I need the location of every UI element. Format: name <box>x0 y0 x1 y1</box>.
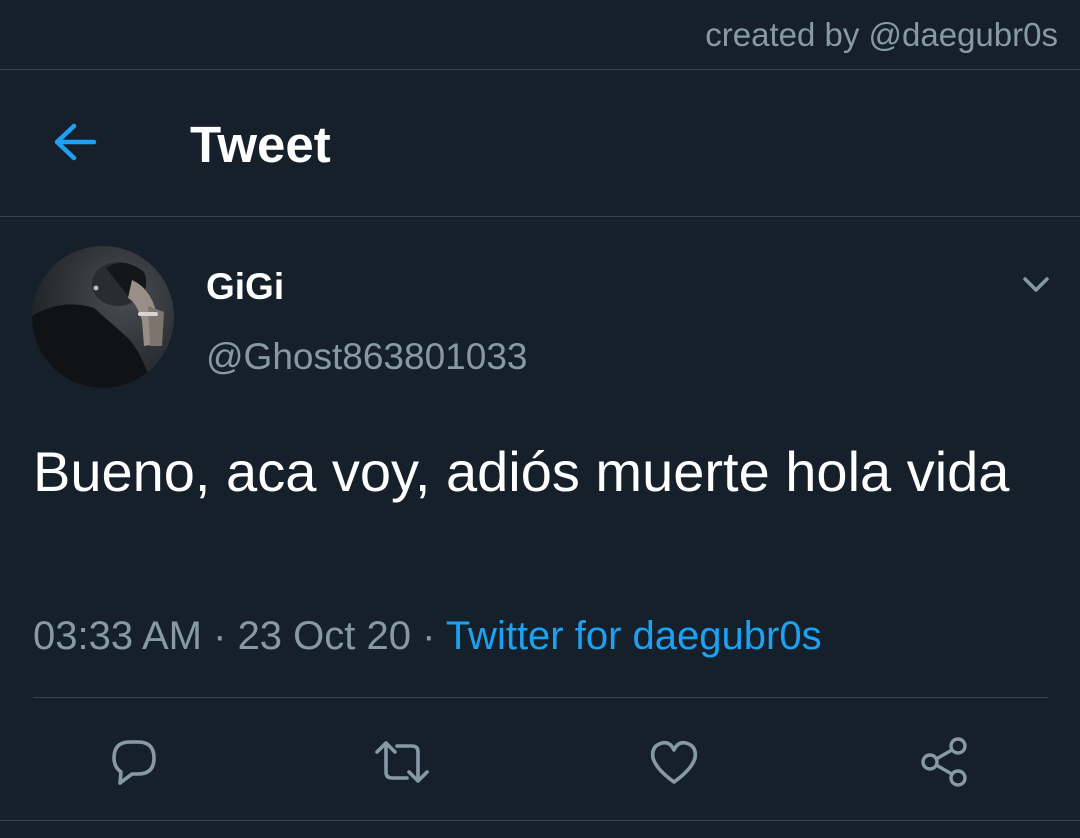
back-button[interactable] <box>48 121 100 167</box>
top-strip: created by @daegubr0s <box>0 0 1080 70</box>
tweet-text: Bueno, aca voy, adiós muerte hola vida <box>33 440 1010 503</box>
reply-button[interactable] <box>102 732 166 796</box>
tweet-detail-screen: created by @daegubr0s Tweet GiGi @Ghost8… <box>0 0 1080 838</box>
tweet-menu-button[interactable] <box>1016 270 1056 304</box>
tweet-time: 03:33 AM <box>33 614 203 658</box>
creator-watermark: created by @daegubr0s <box>705 16 1058 53</box>
meta-separator: · <box>202 614 238 658</box>
tweet-metadata: 03:33 AM · 23 Oct 20 · Twitter for daegu… <box>33 614 822 659</box>
retweet-button[interactable] <box>370 732 434 796</box>
author-handle[interactable]: @Ghost863801033 <box>206 336 527 378</box>
arrow-left-icon <box>51 122 97 167</box>
tweet-actions <box>0 698 1080 838</box>
tweet-source-link[interactable]: Twitter for daegubr0s <box>446 614 822 658</box>
share-button[interactable] <box>912 732 976 796</box>
chevron-down-icon <box>1021 275 1051 300</box>
bottom-divider <box>0 820 1080 821</box>
like-button[interactable] <box>642 732 706 796</box>
tweet-date: 23 Oct 20 <box>237 614 411 658</box>
share-icon <box>918 736 970 793</box>
reply-bubble-icon <box>108 736 160 793</box>
meta-separator: · <box>411 614 446 658</box>
tweet: GiGi @Ghost863801033 Bueno, aca voy, adi… <box>0 218 1080 838</box>
page-title: Tweet <box>190 116 331 173</box>
app-header: Tweet <box>0 71 1080 217</box>
author-display-name[interactable]: GiGi <box>206 266 284 308</box>
heart-icon <box>648 738 700 791</box>
retweet-icon <box>373 736 431 793</box>
avatar[interactable] <box>32 246 174 388</box>
